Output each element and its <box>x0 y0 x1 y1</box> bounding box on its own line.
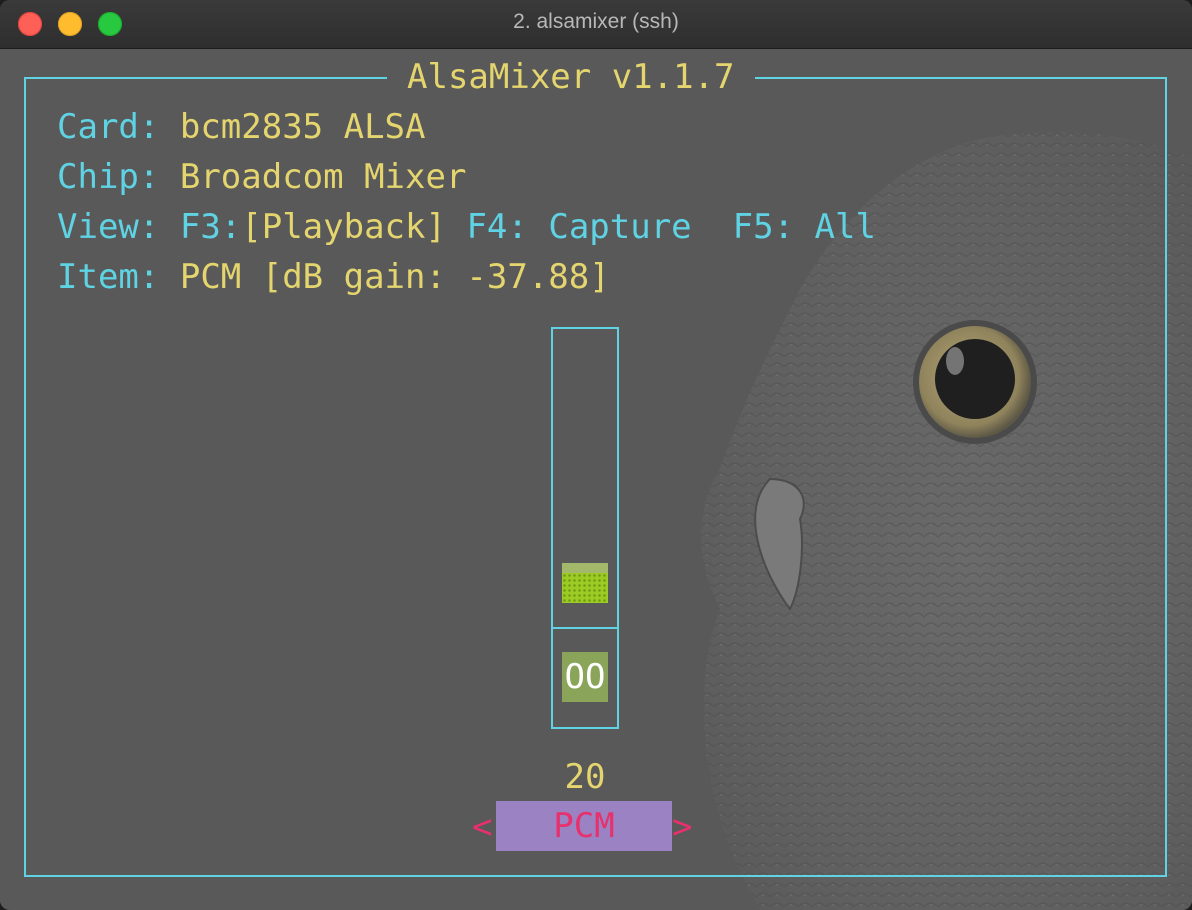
card-label: Card: <box>57 107 160 147</box>
item-value: PCM [dB gain: -37.88] <box>179 257 610 297</box>
capture-view-label: Capture <box>548 207 692 247</box>
all-view-label: All <box>814 207 876 247</box>
slider-separator <box>553 627 617 629</box>
chip-value: Broadcom Mixer <box>179 157 467 197</box>
chip-info: Chip: Broadcom Mixer <box>57 155 466 199</box>
pcm-volume-slider[interactable]: OO <box>551 327 619 729</box>
item-label: Item: <box>57 257 160 297</box>
mute-toggle[interactable]: OO <box>562 652 608 702</box>
playback-key: F3: <box>179 207 242 247</box>
slider-level-fill <box>562 573 608 603</box>
capture-key: F4: <box>466 207 528 247</box>
view-label: View: <box>57 207 160 247</box>
terminal-window: 2. alsamixer (ssh) AlsaMixer v1.1.7 Card… <box>0 0 1192 910</box>
volume-value: 20 <box>564 757 606 797</box>
title-bar[interactable]: 2. alsamixer (ssh) <box>0 0 1192 49</box>
all-key: F5: <box>732 207 795 247</box>
right-arrow-indicator: > <box>672 807 693 847</box>
chip-label: Chip: <box>57 157 160 197</box>
terminal-area[interactable]: AlsaMixer v1.1.7 Card: bcm2835 ALSA Chip… <box>0 49 1192 910</box>
slider-level-cap <box>562 563 608 573</box>
left-arrow-indicator: < <box>472 807 493 847</box>
mixer-title: AlsaMixer v1.1.7 <box>387 55 755 99</box>
window-title: 2. alsamixer (ssh) <box>513 10 679 33</box>
view-all-option[interactable]: F5: All <box>733 207 876 247</box>
view-playback-option[interactable]: F3:[Playback] <box>180 207 446 247</box>
view-info: View: F3:[Playback] F4: Capture F5: All <box>57 205 876 249</box>
card-info: Card: bcm2835 ALSA <box>57 105 425 149</box>
card-value: bcm2835 ALSA <box>179 107 426 147</box>
item-info: Item: PCM [dB gain: -37.88] <box>57 255 610 299</box>
control-name-pcm[interactable]: PCM <box>496 801 672 851</box>
playback-view-label: [Playback] <box>241 207 446 247</box>
view-capture-option[interactable]: F4: Capture <box>466 207 691 247</box>
